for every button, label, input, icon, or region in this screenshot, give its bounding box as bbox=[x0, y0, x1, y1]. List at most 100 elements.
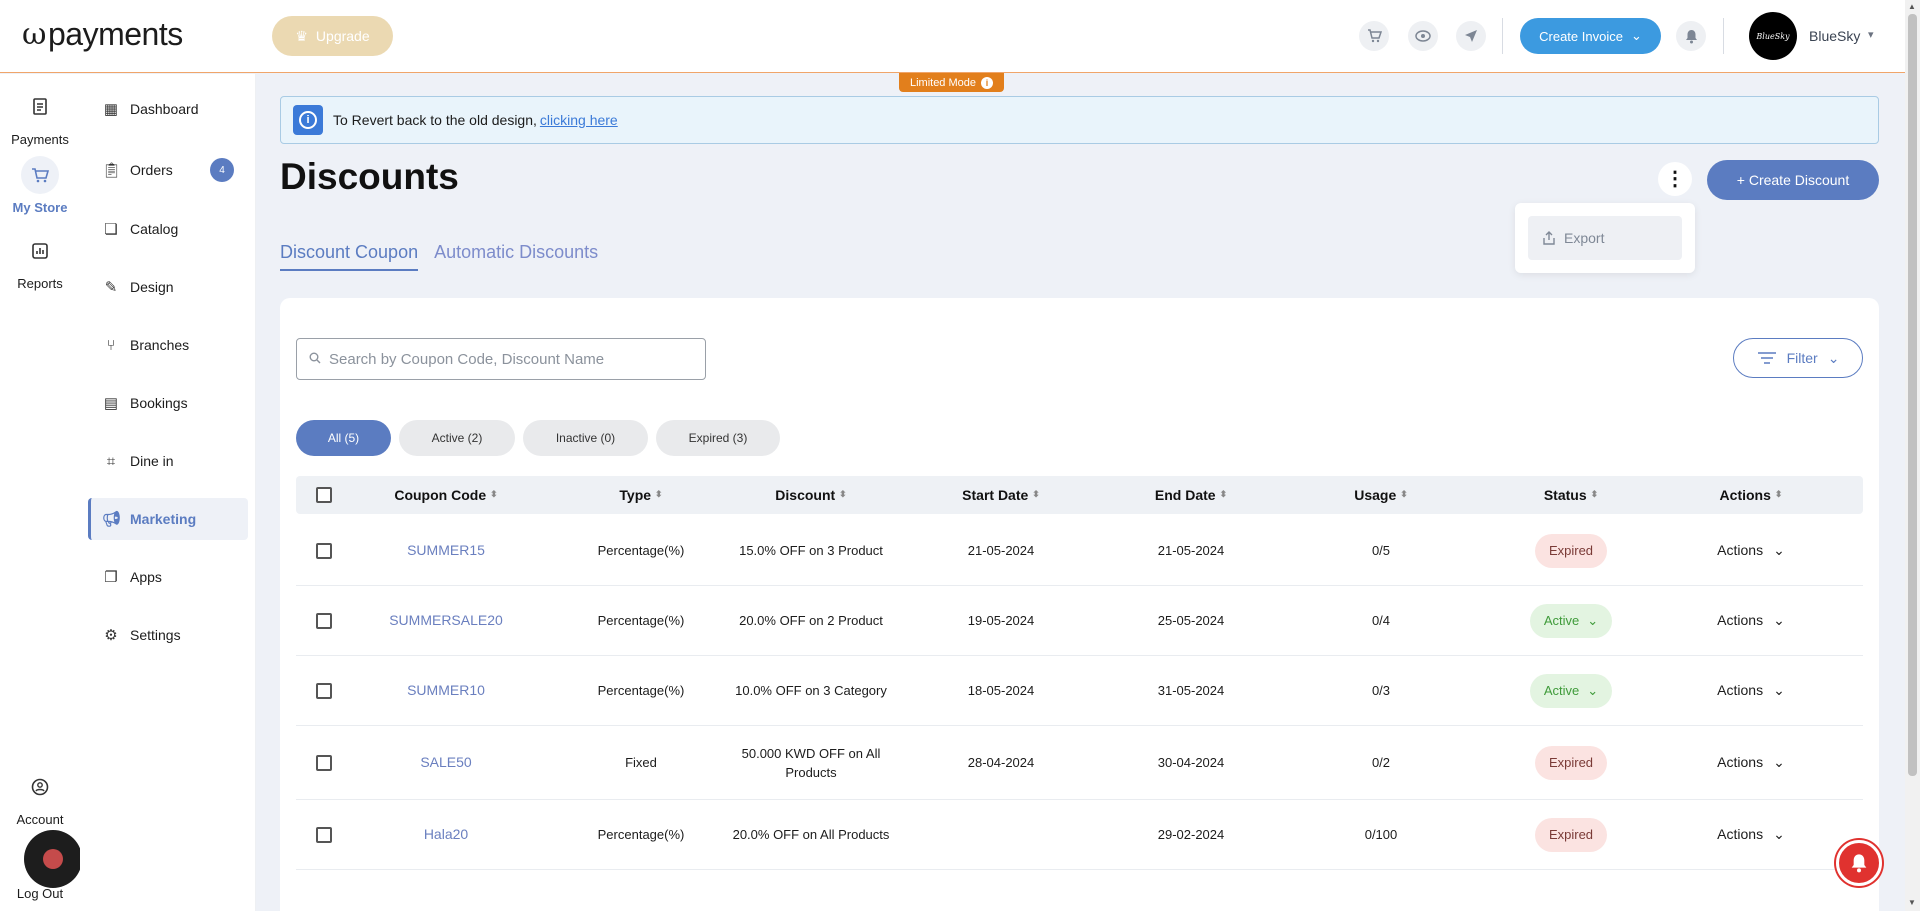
megaphone-icon: 📢︎ bbox=[102, 511, 122, 528]
design-icon: ✎ bbox=[104, 279, 118, 296]
sort-icon: ⬍ bbox=[1219, 489, 1228, 499]
preview-eye-icon[interactable] bbox=[1408, 21, 1438, 51]
bell-icon[interactable] bbox=[1676, 21, 1706, 51]
tab-discount-coupon[interactable]: Discount Coupon bbox=[280, 242, 419, 271]
more-options-icon[interactable]: ⋮ bbox=[1658, 162, 1692, 196]
create-discount-button[interactable]: + Create Discount bbox=[1707, 160, 1879, 200]
rail-item-my-store[interactable]: My Store bbox=[0, 156, 80, 215]
scrollbar-thumb[interactable] bbox=[1908, 14, 1917, 776]
chip-active[interactable]: Active (2) bbox=[399, 420, 515, 456]
sort-icon: ⬍ bbox=[1400, 489, 1408, 499]
sidebar-item-label: Dashboard bbox=[130, 101, 199, 117]
filter-button[interactable]: Filter ⌄ bbox=[1733, 338, 1863, 378]
upgrade-label: Upgrade bbox=[315, 28, 370, 44]
sidebar-item-branches[interactable]: ⑂ Branches bbox=[88, 324, 248, 366]
chevron-down-icon: ⌄ bbox=[1587, 683, 1599, 698]
row-checkbox[interactable] bbox=[316, 754, 332, 771]
search-input[interactable] bbox=[329, 350, 689, 368]
upgrade-button[interactable]: ♛ Upgrade bbox=[272, 16, 393, 56]
status-cell: Active ⌄ bbox=[1486, 586, 1656, 655]
column-header-status[interactable]: Status ⬍ bbox=[1486, 476, 1656, 514]
sort-icon: ⬍ bbox=[1032, 489, 1040, 499]
actions-dropdown[interactable]: Actions ⌄ bbox=[1717, 611, 1785, 630]
rail-item-logout[interactable]: Log Out bbox=[0, 886, 80, 901]
row-checkbox[interactable] bbox=[316, 682, 332, 699]
actions-dropdown[interactable]: Actions ⌄ bbox=[1717, 825, 1785, 844]
username[interactable]: BlueSky bbox=[1809, 28, 1860, 44]
sidebar-item-dashboard[interactable]: ▦ Dashboard bbox=[88, 88, 248, 130]
sidebar-item-label: Bookings bbox=[130, 395, 188, 411]
discount-cell: 20.0% OFF on All Products bbox=[732, 827, 890, 842]
actions-dropdown[interactable]: Actions ⌄ bbox=[1717, 753, 1785, 772]
select-all-checkbox[interactable] bbox=[316, 487, 332, 503]
limited-mode-badge[interactable]: Limited Mode i bbox=[899, 73, 1004, 92]
rail-item-account[interactable]: Account bbox=[0, 768, 80, 827]
chat-widget-button[interactable] bbox=[24, 830, 82, 888]
notification-bell-button[interactable] bbox=[1836, 840, 1882, 886]
discount-cell: 50.000 KWD OFF on All Products bbox=[741, 745, 881, 780]
revert-link[interactable]: clicking here bbox=[540, 112, 618, 128]
actions-dropdown[interactable]: Actions ⌄ bbox=[1717, 541, 1785, 560]
coupon-code-link[interactable]: Hala20 bbox=[356, 800, 536, 869]
sidebar-item-dine-in[interactable]: ⌗ Dine in bbox=[88, 440, 248, 482]
row-checkbox[interactable] bbox=[316, 612, 332, 629]
sidebar-item-apps[interactable]: ❐ Apps bbox=[88, 556, 248, 598]
chevron-down-icon: ⌄ bbox=[1630, 28, 1642, 43]
chart-icon bbox=[21, 232, 59, 270]
sidebar-item-label: Dine in bbox=[130, 453, 174, 469]
rail-item-payments[interactable]: Payments bbox=[0, 88, 80, 147]
vertical-scrollbar[interactable]: ▲ ▼ bbox=[1905, 0, 1920, 911]
send-icon[interactable] bbox=[1456, 21, 1486, 51]
app-logo[interactable]: ω payments bbox=[22, 16, 183, 53]
avatar[interactable]: BlueSky bbox=[1749, 12, 1797, 60]
coupon-code-link[interactable]: SUMMERSALE20 bbox=[356, 586, 536, 655]
column-header-end-date[interactable]: End Date ⬍ bbox=[1106, 476, 1276, 514]
sidebar-item-catalog[interactable]: ❏ Catalog bbox=[88, 208, 248, 250]
chevron-down-icon[interactable]: ▾ bbox=[1868, 28, 1874, 41]
app-rail: Payments My Store Reports Account Log Ou… bbox=[0, 74, 80, 911]
column-header-usage[interactable]: Usage ⬍ bbox=[1296, 476, 1466, 514]
actions-dropdown[interactable]: Actions ⌄ bbox=[1717, 681, 1785, 700]
usage-cell: 0/3 bbox=[1371, 683, 1391, 698]
tab-automatic-discounts[interactable]: Automatic Discounts bbox=[434, 242, 598, 271]
revert-text: To Revert back to the old design, bbox=[333, 112, 537, 128]
sidebar-item-marketing[interactable]: 📢︎ Marketing bbox=[88, 498, 248, 540]
chip-all[interactable]: All (5) bbox=[296, 420, 391, 456]
filter-icon bbox=[1757, 352, 1776, 364]
limited-mode-label: Limited Mode bbox=[909, 76, 977, 89]
sidebar-item-bookings[interactable]: ▤ Bookings bbox=[88, 382, 248, 424]
cart-icon[interactable] bbox=[1359, 21, 1389, 51]
type-cell: Fixed bbox=[625, 755, 657, 770]
chip-expired[interactable]: Expired (3) bbox=[656, 420, 780, 456]
column-header-actions[interactable]: Actions ⬍ bbox=[1666, 476, 1836, 514]
clipboard-icon: 📋︎ bbox=[102, 162, 122, 179]
scroll-up-icon[interactable]: ▲ bbox=[1908, 2, 1916, 11]
type-cell: Percentage(%) bbox=[597, 543, 685, 558]
sidebar-item-settings[interactable]: ⚙ Settings bbox=[88, 614, 248, 656]
create-invoice-button[interactable]: Create Invoice ⌄ bbox=[1520, 18, 1661, 54]
chip-inactive[interactable]: Inactive (0) bbox=[523, 420, 648, 456]
status-dropdown[interactable]: Active ⌄ bbox=[1529, 603, 1613, 638]
row-checkbox[interactable] bbox=[316, 826, 332, 843]
scroll-down-icon[interactable]: ▼ bbox=[1908, 898, 1916, 907]
column-header-coupon-code[interactable]: Coupon Code ⬍ bbox=[356, 476, 536, 514]
coupon-code-link[interactable]: SUMMER15 bbox=[356, 516, 536, 585]
export-label: Export bbox=[1564, 230, 1605, 246]
coupon-code-link[interactable]: SUMMER10 bbox=[356, 656, 536, 725]
rail-item-reports[interactable]: Reports bbox=[0, 232, 80, 291]
coupon-code-link[interactable]: SALE50 bbox=[356, 726, 536, 799]
create-invoice-label: Create Invoice bbox=[1539, 28, 1623, 44]
usage-cell: 0/5 bbox=[1371, 543, 1391, 558]
end-date-cell: 21-05-2024 bbox=[1157, 543, 1225, 558]
usage-cell: 0/100 bbox=[1364, 827, 1398, 842]
sidebar-item-design[interactable]: ✎ Design bbox=[88, 266, 248, 308]
export-menu-item[interactable]: Export bbox=[1528, 216, 1682, 260]
row-checkbox[interactable] bbox=[316, 542, 332, 559]
column-header-start-date[interactable]: Start Date ⬍ bbox=[916, 476, 1086, 514]
status-dropdown[interactable]: Active ⌄ bbox=[1529, 673, 1613, 708]
column-header-discount[interactable]: Discount ⬍ bbox=[716, 476, 906, 514]
column-header-type[interactable]: Type ⬍ bbox=[566, 476, 716, 514]
discount-cell: 10.0% OFF on 3 Category bbox=[735, 683, 887, 698]
sidebar-item-orders[interactable]: 📋︎ Orders 4 bbox=[88, 149, 248, 191]
orders-count-badge: 4 bbox=[210, 158, 234, 182]
